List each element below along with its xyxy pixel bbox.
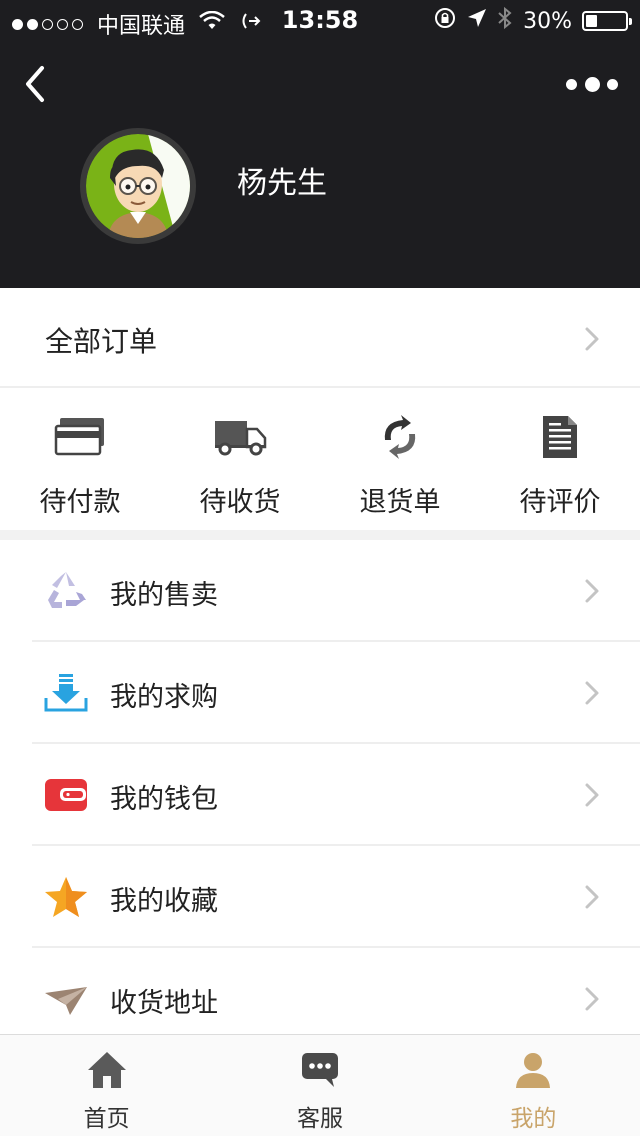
profile-header: 中国联通 13:58 30% 杨先生 [0,0,640,288]
order-status-bar: 待付款 待收货 退货单 待评价 [0,390,640,530]
back-button[interactable] [18,62,58,106]
menu-label: 收货地址 [110,988,218,1019]
home-icon [85,1049,129,1091]
chevron-right-icon [585,579,599,603]
more-button[interactable] [566,74,618,94]
wallet-icon [44,773,88,817]
menu-label: 我的求购 [110,682,218,713]
credit-card-icon [52,412,108,462]
menu-label: 我的售卖 [110,580,218,611]
avatar[interactable] [80,128,196,244]
battery-fill [586,15,597,27]
avatar-cartoon-image [86,134,190,238]
status-returns[interactable]: 退货单 [320,390,480,530]
menu-label: 我的钱包 [110,784,218,815]
status-label: 待评价 [519,487,601,518]
status-label: 退货单 [359,487,441,518]
tab-home[interactable]: 首页 [0,1035,213,1136]
tab-customer-service[interactable]: 客服 [213,1035,426,1136]
battery-icon [582,11,632,31]
menu-label: 我的收藏 [110,886,218,917]
menu-item-my-sales[interactable]: 我的售卖 [0,540,640,642]
menu-item-my-wallet[interactable]: 我的钱包 [0,744,640,846]
tab-label: 我的 [510,1106,557,1132]
all-orders-row[interactable]: 全部订单 [0,288,640,388]
more-dot [584,76,600,92]
bluetooth-icon [497,6,513,36]
user-icon [511,1049,555,1091]
location-arrow-icon [467,8,487,34]
menu-item-my-favorites[interactable]: 我的收藏 [0,846,640,948]
user-name: 杨先生 [237,166,327,201]
tab-mine[interactable]: 我的 [427,1035,640,1136]
status-pending-delivery[interactable]: 待收货 [160,390,320,530]
chevron-right-icon [585,681,599,705]
tab-label: 首页 [83,1106,130,1132]
star-icon [44,875,88,919]
more-dot [607,78,618,90]
chevron-right-icon [585,987,599,1011]
tab-label: 客服 [296,1106,343,1132]
recycle-icon [44,569,88,613]
menu-item-my-wanted[interactable]: 我的求购 [0,642,640,744]
more-dot [566,78,577,90]
download-tray-icon [44,671,88,715]
refresh-return-icon [372,412,428,462]
paper-plane-icon [44,977,88,1021]
status-bar: 中国联通 13:58 30% [0,0,640,40]
document-review-icon [532,412,588,462]
status-label: 待收货 [199,487,281,518]
status-label: 待付款 [39,487,121,518]
all-orders-label: 全部订单 [45,325,158,358]
battery-percent: 30% [523,8,572,34]
chevron-left-icon [26,66,44,102]
section-divider [0,530,640,540]
bottom-tab-bar: 首页 客服 我的 [0,1034,640,1136]
status-pending-review[interactable]: 待评价 [480,390,640,530]
chevron-right-icon [585,885,599,909]
chevron-right-icon [585,327,599,351]
delivery-truck-icon [212,412,268,462]
status-pending-payment[interactable]: 待付款 [0,390,160,530]
chat-bubble-icon [298,1049,342,1091]
chevron-right-icon [585,783,599,807]
menu-list: 我的售卖 我的求购 我的钱包 我的收藏 收货地址 [0,540,640,1050]
rotation-lock-icon [433,6,457,36]
